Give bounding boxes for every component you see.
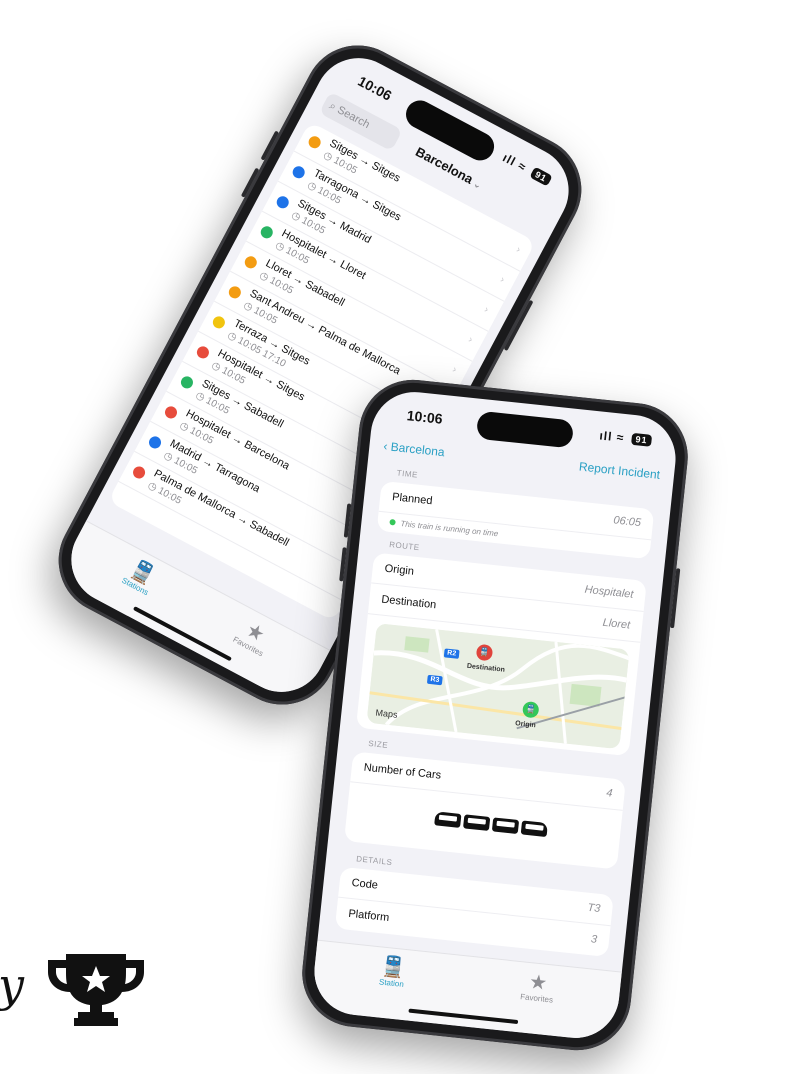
line-color-dot (242, 254, 259, 271)
line-color-dot (226, 284, 243, 301)
tab-favorites[interactable]: ★ Favorites (211, 604, 296, 669)
maps-attribution: Maps (375, 707, 399, 720)
line-color-dot (306, 134, 323, 151)
cars-value: 4 (605, 787, 614, 800)
map-tiles (366, 623, 630, 750)
promo-stage: { "phone1": { "status": { "time": "10:06… (0, 0, 811, 1074)
line-color-dot (274, 194, 291, 211)
status-icons: ıll ≈ 91 (598, 428, 653, 447)
line-color-dot (162, 404, 180, 421)
line-color-dot (130, 464, 148, 481)
destination-value: Lloret (602, 616, 631, 632)
chevron-right-icon: › (514, 244, 523, 256)
wifi-icon: ≈ (616, 430, 626, 445)
train-car-icon (520, 820, 548, 838)
line-color-dot (194, 344, 212, 361)
back-label: Barcelona (390, 439, 446, 460)
train-car-icon (491, 817, 520, 835)
code-label: Code (351, 876, 379, 892)
train-car-icon (434, 811, 462, 828)
line-color-dot (290, 164, 307, 181)
status-dot-icon (389, 518, 396, 526)
code-value: T3 (586, 901, 601, 916)
planned-row: Planned 06:05 (378, 480, 655, 541)
tab-stations[interactable]: 🚆 Station (351, 953, 434, 992)
line-badge-r2: R2 (443, 648, 460, 659)
details-section-label: DETAILS (355, 854, 393, 868)
detail-screen: 10:06 ıll ≈ 91 ‹ Barcelona Report Incide… (310, 387, 680, 1043)
status-time: 10:06 (355, 72, 395, 104)
chevron-right-icon: › (482, 304, 491, 316)
tab-stations[interactable]: 🚆 Stations (98, 544, 183, 609)
report-incident-button[interactable]: Report Incident (578, 459, 660, 481)
platform-value: 3 (590, 933, 598, 946)
line-color-dot (258, 224, 275, 241)
chevron-right-icon: › (450, 364, 459, 376)
platform-label: Platform (347, 907, 390, 925)
planned-value: 06:05 (612, 514, 642, 530)
size-card: Number of Cars 4 (344, 751, 626, 870)
home-indicator (408, 1008, 519, 1025)
origin-label: Origin (384, 562, 415, 578)
back-button[interactable]: ‹ Barcelona (383, 439, 446, 459)
power-button (670, 568, 681, 629)
chevron-right-icon: › (498, 274, 507, 286)
signal-icon: ıll (598, 428, 614, 444)
line-badge-r3: R3 (426, 674, 443, 686)
decorative-glyph: y (0, 958, 24, 1012)
planned-label: Planned (391, 491, 433, 508)
status-time: 10:06 (406, 407, 444, 427)
tab-favorites[interactable]: ★ Favorites (496, 968, 579, 1007)
wifi-icon: ≈ (515, 158, 530, 175)
route-card: Origin Hospitalet Destination Lloret 🚆 D… (355, 552, 647, 757)
route-to: Sitges (369, 159, 403, 185)
train-car-icon (462, 814, 491, 831)
details-card: Code T3 Platform 3 (334, 866, 614, 958)
phone-train-detail: 10:06 ıll ≈ 91 ‹ Barcelona Report Incide… (296, 374, 694, 1056)
search-placeholder: Search (335, 104, 372, 132)
time-section-label: TIME (396, 468, 419, 480)
tab-bar: 🚆 Station ★ Favorites (310, 939, 622, 1043)
route-map[interactable]: 🚆 Destination 🚆 Origin R2 R3 Maps (366, 623, 630, 750)
line-color-dot (146, 434, 164, 451)
destination-label: Destination (380, 593, 437, 612)
tab-stations-label: Station (378, 977, 405, 989)
volume-up-button (260, 130, 280, 161)
chevron-right-icon: › (466, 334, 475, 346)
origin-value: Hospitalet (584, 583, 634, 601)
line-color-dot (178, 374, 196, 391)
status-icons: ıll ≈ 91 (500, 150, 553, 187)
cars-label: Number of Cars (363, 761, 442, 782)
line-color-dot (210, 314, 227, 331)
size-section-label: SIZE (367, 738, 389, 750)
chevron-down-icon: ⌄ (471, 178, 484, 191)
trophy-icon (48, 954, 144, 1026)
volume-down-button (240, 167, 260, 198)
battery-icon: 91 (630, 432, 653, 447)
signal-icon: ıll (500, 150, 519, 169)
route-section-label: ROUTE (388, 540, 421, 553)
battery-icon: 91 (529, 166, 553, 187)
